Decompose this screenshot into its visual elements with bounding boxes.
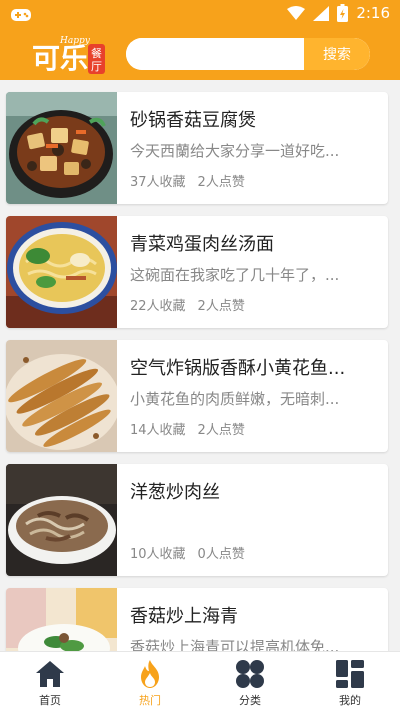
nav-item-hot[interactable]: 热门 — [100, 652, 200, 710]
battery-icon — [337, 4, 349, 22]
nav-label: 首页 — [39, 694, 61, 707]
likes-count: 2人点赞 — [197, 423, 245, 438]
recipe-thumbnail — [6, 340, 117, 452]
nav-label: 我的 — [339, 694, 361, 707]
recipe-thumbnail — [6, 464, 117, 576]
wifi-icon — [287, 6, 306, 20]
recipe-thumbnail — [6, 216, 117, 328]
recipe-title: 空气炸锅版香酥小黄花鱼... — [130, 358, 346, 379]
recipe-stats: 14人收藏 2人点赞 — [130, 419, 245, 438]
category-icon — [236, 660, 264, 688]
recipe-description: 这碗面在我家吃了几十年了，... — [130, 266, 340, 284]
flame-icon — [141, 660, 159, 688]
recipe-title: 砂锅香菇豆腐煲 — [130, 110, 256, 131]
nav-item-mine[interactable]: 我的 — [300, 652, 400, 710]
recipe-title: 洋葱炒肉丝 — [130, 482, 220, 503]
search-input[interactable] — [126, 38, 304, 70]
favorites-count: 22人收藏 — [130, 299, 186, 314]
nav-item-category[interactable]: 分类 — [200, 652, 300, 710]
likes-count: 2人点赞 — [197, 175, 245, 190]
search-button[interactable]: 搜索 — [304, 38, 370, 70]
logo-main-text: 可乐 — [32, 42, 88, 75]
recipe-card[interactable]: 空气炸锅版香酥小黄花鱼... 小黄花鱼的肉质鲜嫩，无暗刺... 14人收藏 2人点… — [6, 340, 388, 452]
favorites-count: 10人收藏 — [130, 547, 186, 562]
status-bar: 2:16 — [0, 0, 400, 30]
status-time: 2:16 — [356, 4, 390, 22]
recipe-card[interactable]: 青菜鸡蛋肉丝汤面 这碗面在我家吃了几十年了，... 22人收藏 2人点赞 — [6, 216, 388, 328]
nav-item-home[interactable]: 首页 — [0, 652, 100, 710]
recipe-description: 香菇炒上海青可以提高机体免... — [130, 638, 340, 651]
recipe-thumbnail — [6, 92, 117, 204]
favorites-count: 37人收藏 — [130, 175, 186, 190]
signal-icon — [313, 5, 330, 21]
app-header: 可乐 Happy 餐 厅 搜索 — [0, 30, 400, 80]
nav-label: 分类 — [239, 694, 261, 707]
game-controller-icon — [11, 9, 31, 21]
favorites-count: 14人收藏 — [130, 423, 186, 438]
profile-grid-icon — [336, 660, 364, 688]
recipe-list: 砂锅香菇豆腐煲 今天西蘭给大家分享一道好吃... 37人收藏 2人点赞 青菜鸡蛋肉… — [0, 80, 400, 651]
recipe-card[interactable]: 香菇炒上海青 香菇炒上海青可以提高机体免... — [6, 588, 388, 651]
recipe-title: 香菇炒上海青 — [130, 606, 238, 627]
likes-count: 2人点赞 — [197, 299, 245, 314]
logo-script-text: Happy — [59, 36, 91, 46]
recipe-thumbnail — [6, 588, 117, 651]
likes-count: 0人点赞 — [197, 547, 245, 562]
recipe-card[interactable]: 洋葱炒肉丝 10人收藏 0人点赞 — [6, 464, 388, 576]
svg-text:厅: 厅 — [91, 60, 102, 73]
recipe-title: 青菜鸡蛋肉丝汤面 — [130, 234, 274, 255]
home-icon — [36, 661, 64, 687]
app-logo[interactable]: 可乐 Happy 餐 厅 — [30, 32, 110, 78]
recipe-description: 小黄花鱼的肉质鲜嫩，无暗刺... — [130, 390, 340, 408]
svg-text:餐: 餐 — [91, 46, 102, 60]
nav-label: 热门 — [139, 694, 161, 707]
search-bar: 搜索 — [126, 38, 370, 70]
recipe-stats: 37人收藏 2人点赞 — [130, 171, 245, 190]
recipe-stats: 10人收藏 0人点赞 — [130, 543, 245, 562]
bottom-nav: 首页 热门 分类 我的 — [0, 651, 400, 710]
recipe-card[interactable]: 砂锅香菇豆腐煲 今天西蘭给大家分享一道好吃... 37人收藏 2人点赞 — [6, 92, 388, 204]
recipe-stats: 22人收藏 2人点赞 — [130, 295, 245, 314]
recipe-description: 今天西蘭给大家分享一道好吃... — [130, 142, 340, 160]
